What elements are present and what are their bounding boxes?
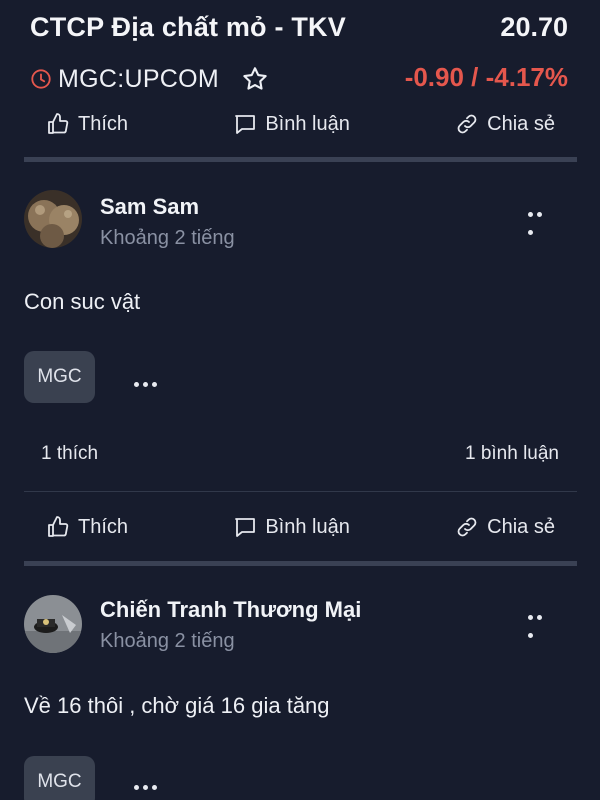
stock-discussion-page: CTCP Địa chất mỏ - TKV 20.70 MGC:UPCOM -… xyxy=(0,0,600,800)
like-label: Thích xyxy=(78,515,129,538)
price-change: -0.90 / -4.17% xyxy=(404,62,568,92)
more-options-icon[interactable] xyxy=(528,607,554,638)
share-button[interactable]: Chia sẻ xyxy=(455,112,555,136)
comment-icon xyxy=(235,115,256,134)
divider xyxy=(24,491,577,492)
stock-tag[interactable]: MGC xyxy=(24,756,95,800)
thumbs-up-icon xyxy=(48,113,69,134)
post-time: Khoảng 2 tiếng xyxy=(100,227,235,249)
clock-icon xyxy=(31,69,51,89)
comment-label: Bình luận xyxy=(265,515,350,538)
like-count[interactable]: 1 thích xyxy=(41,443,98,465)
share-label: Chia sẻ xyxy=(487,515,555,538)
like-button[interactable]: Thích xyxy=(46,515,128,539)
star-icon[interactable] xyxy=(241,65,269,93)
like-label: Thích xyxy=(78,112,129,135)
stock-tag[interactable]: MGC xyxy=(24,351,95,403)
comment-button[interactable]: Bình luận xyxy=(233,515,350,539)
comment-label: Bình luận xyxy=(265,112,350,135)
link-icon xyxy=(457,114,477,134)
avatar[interactable] xyxy=(24,190,82,248)
more-tags-icon[interactable] xyxy=(134,777,164,790)
thumbs-up-icon xyxy=(48,516,69,537)
post-separator xyxy=(24,561,577,566)
share-button[interactable]: Chia sẻ xyxy=(455,515,555,539)
post-author[interactable]: Chiến Tranh Thương Mại xyxy=(100,597,361,623)
like-button[interactable]: Thích xyxy=(46,112,128,136)
stock-header: CTCP Địa chất mỏ - TKV 20.70 MGC:UPCOM -… xyxy=(0,0,600,112)
ticker-symbol: MGC:UPCOM xyxy=(58,64,220,93)
more-options-icon[interactable] xyxy=(528,204,554,235)
post-content: Về 16 thôi , chờ giá 16 gia tăng xyxy=(24,693,330,718)
company-name: CTCP Địa chất mỏ - TKV xyxy=(30,12,346,42)
comment-count[interactable]: 1 bình luận xyxy=(465,443,559,465)
post-separator xyxy=(24,157,577,162)
post-actions-bar: Thích Bình luận Chia sẻ xyxy=(24,503,577,551)
ticker-row: MGC:UPCOM xyxy=(30,62,269,96)
post-author[interactable]: Sam Sam xyxy=(100,194,199,220)
share-label: Chia sẻ xyxy=(487,112,555,135)
stock-price: 20.70 xyxy=(500,12,568,42)
post-time: Khoảng 2 tiếng xyxy=(100,630,235,652)
comment-icon xyxy=(235,518,256,537)
post-content: Con suc vật xyxy=(24,289,141,314)
link-icon xyxy=(457,517,477,537)
avatar[interactable] xyxy=(24,595,82,653)
more-tags-icon[interactable] xyxy=(134,374,164,387)
comment-button[interactable]: Bình luận xyxy=(233,112,350,136)
